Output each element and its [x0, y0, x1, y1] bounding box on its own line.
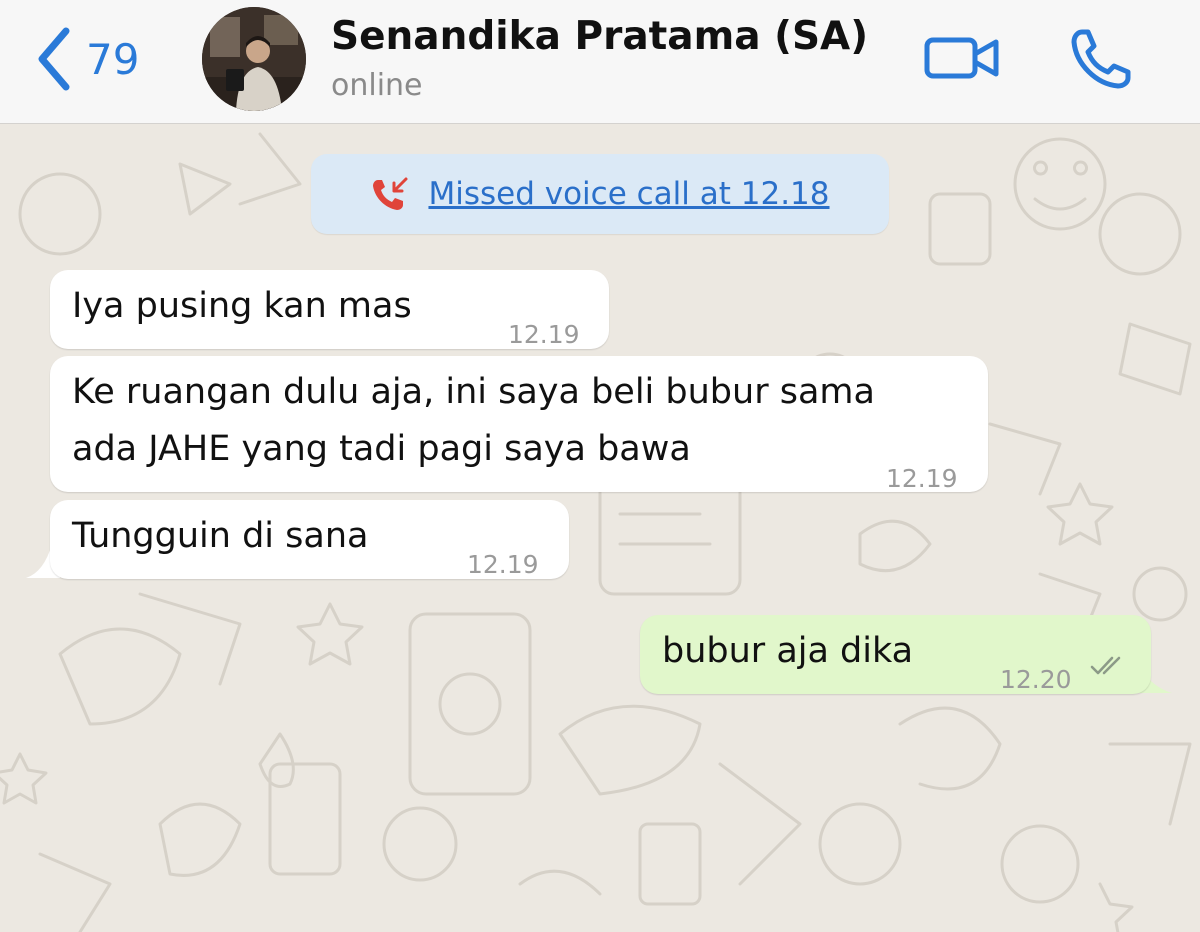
chat-header: 79 Senandika Pratama (SA) online: [0, 0, 1200, 124]
avatar-photo: [202, 7, 306, 111]
message-text: Iya pusing kan mas: [72, 286, 412, 326]
unread-count: 79: [86, 34, 140, 84]
message-time: 12.19: [508, 320, 580, 349]
message-time: 12.19: [467, 550, 539, 579]
message-time: 12.20: [1000, 665, 1072, 694]
contact-name[interactable]: Senandika Pratama (SA): [331, 14, 868, 59]
missed-call-text: Missed voice call at 12.18: [428, 176, 830, 212]
double-check-icon: [1090, 656, 1121, 675]
video-camera-icon[interactable]: [922, 28, 1002, 88]
back-button[interactable]: 79: [34, 24, 139, 94]
contact-status: online: [331, 68, 423, 103]
incoming-message[interactable]: Ke ruangan dulu aja, ini saya beli bubur…: [50, 356, 988, 493]
incoming-message[interactable]: Iya pusing kan mas 12.19: [50, 270, 609, 349]
message-text: Tungguin di sana: [72, 516, 369, 556]
missed-call-notice[interactable]: Missed voice call at 12.18: [311, 154, 889, 234]
contact-avatar[interactable]: [202, 7, 306, 111]
phone-icon[interactable]: [1068, 26, 1134, 92]
chat-area[interactable]: Missed voice call at 12.18 Iya pusing ka…: [0, 124, 1200, 932]
outgoing-message[interactable]: bubur aja dika 12.20: [640, 615, 1151, 694]
message-text: bubur aja dika: [662, 631, 914, 671]
message-text: Ke ruangan dulu aja, ini saya beli bubur…: [72, 372, 875, 469]
missed-call-icon: [373, 177, 408, 210]
chevron-left-icon: [38, 27, 70, 91]
incoming-message[interactable]: Tungguin di sana 12.19: [50, 500, 569, 579]
message-time: 12.19: [886, 464, 958, 493]
